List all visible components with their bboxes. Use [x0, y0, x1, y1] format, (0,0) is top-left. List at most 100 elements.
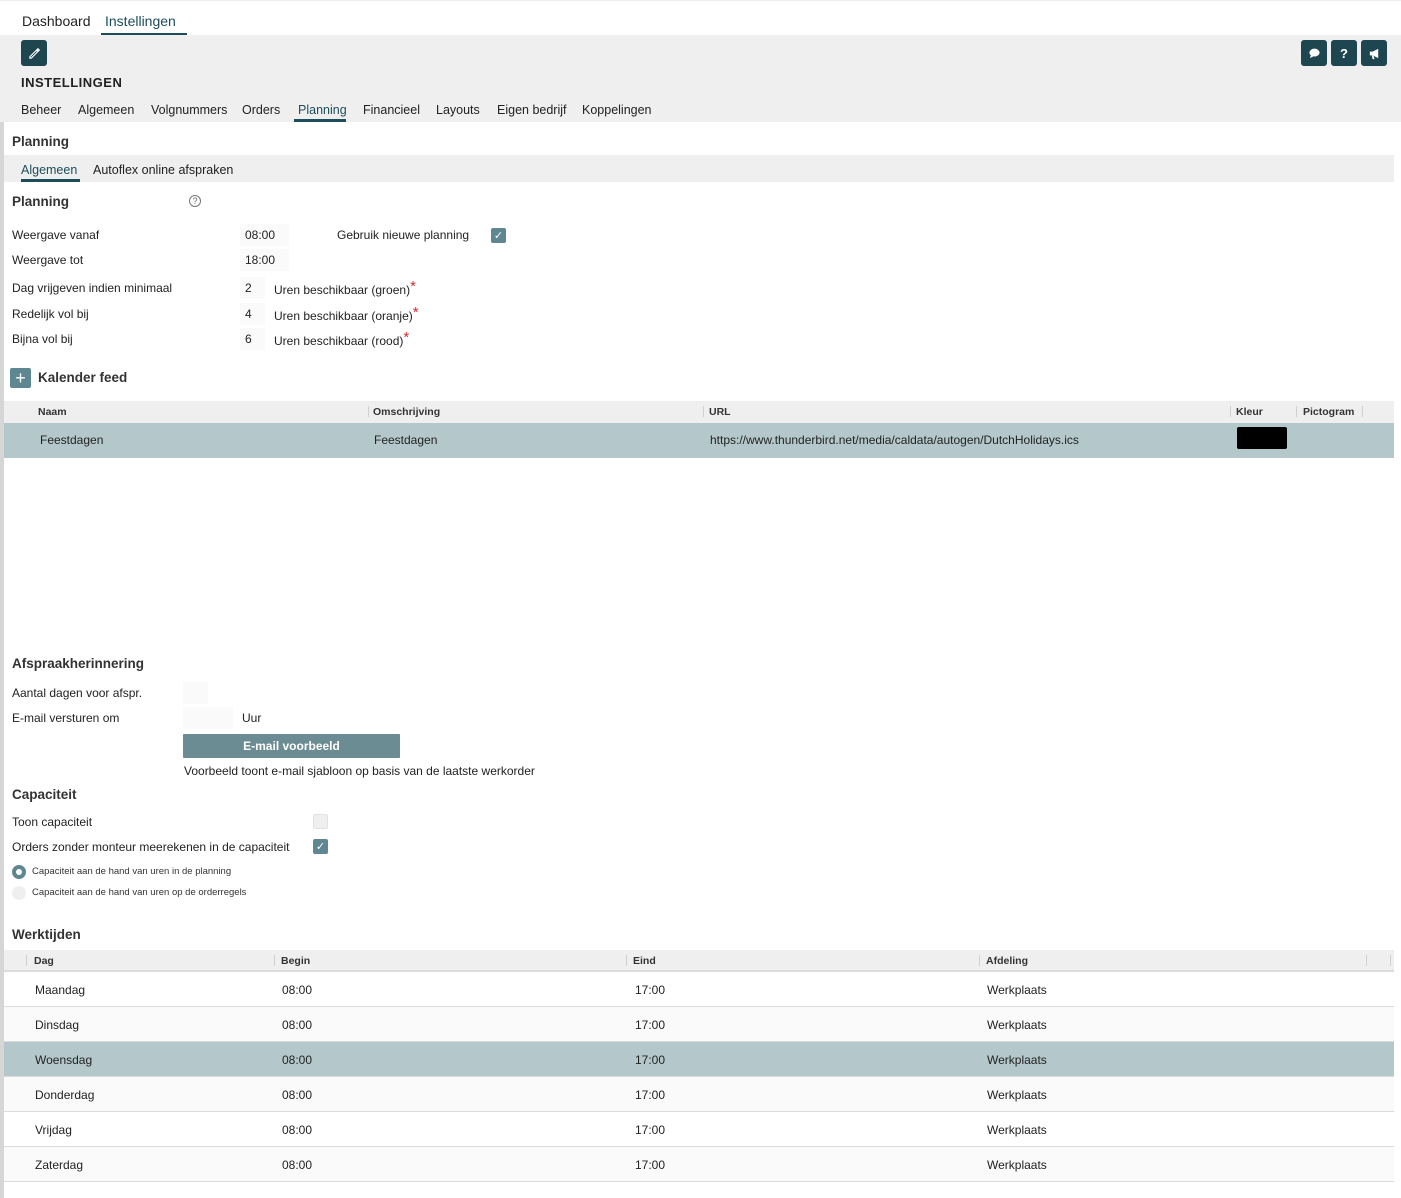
- nieuwe-planning-label: Gebruik nieuwe planning: [337, 228, 470, 242]
- column-divider: [1366, 955, 1367, 966]
- eind-cell: 17:00: [635, 1018, 666, 1032]
- help-icon: ?: [1340, 45, 1348, 61]
- col-kleur[interactable]: Kleur: [1236, 406, 1263, 418]
- table-row[interactable]: Dinsdag 08:00 17:00 Werkplaats: [4, 1007, 1394, 1042]
- top-navigation: Dashboard Instellingen: [0, 0, 1401, 35]
- table-row[interactable]: Donderdag 08:00 17:00 Werkplaats: [4, 1077, 1394, 1112]
- required-asterisk: *: [410, 278, 416, 295]
- feed-table-header: Naam Omschrijving URL Kleur Pictogram: [4, 401, 1394, 423]
- tab-financieel[interactable]: Financieel: [363, 103, 420, 117]
- tab-orders[interactable]: Orders: [242, 103, 280, 117]
- eind-cell: 17:00: [635, 1088, 666, 1102]
- dag-cell: Donderdag: [35, 1088, 95, 1102]
- tab-dashboard[interactable]: Dashboard: [22, 13, 91, 29]
- col-naam[interactable]: Naam: [38, 406, 67, 418]
- tab-layouts[interactable]: Layouts: [436, 103, 480, 117]
- page-title: INSTELLINGEN: [21, 75, 123, 90]
- section-title-planning: Planning: [12, 134, 69, 149]
- table-row[interactable]: Maandag 08:00 17:00 Werkplaats: [4, 972, 1394, 1007]
- tab-planning[interactable]: Planning: [298, 103, 347, 117]
- col-eind[interactable]: Eind: [633, 955, 656, 967]
- dag-vrijgeven-label: Dag vrijgeven indien minimaal: [12, 281, 173, 295]
- column-divider: [1362, 406, 1363, 417]
- weergave-vanaf-input[interactable]: 08:00: [240, 224, 289, 246]
- chat-icon: [1308, 48, 1320, 58]
- afspraakherinnering-heading: Afspraakherinnering: [12, 656, 145, 671]
- dag-cell: Maandag: [35, 983, 86, 997]
- tab-algemeen[interactable]: Algemeen: [78, 103, 134, 117]
- table-row[interactable]: Vrijdag 08:00 17:00 Werkplaats: [4, 1112, 1394, 1147]
- nieuwe-planning-checkbox[interactable]: ✓: [491, 228, 506, 243]
- chat-button[interactable]: [1301, 40, 1327, 66]
- subtab-autoflex-online-afspraken[interactable]: Autoflex online afspraken: [93, 163, 233, 177]
- werktijden-heading: Werktijden: [12, 927, 81, 942]
- dag-vrijgeven-input[interactable]: 2: [240, 277, 265, 299]
- column-divider: [26, 955, 27, 966]
- tab-koppelingen[interactable]: Koppelingen: [582, 103, 652, 117]
- eind-cell: 17:00: [635, 983, 666, 997]
- redelijk-vol-input[interactable]: 4: [240, 303, 265, 325]
- tab-volgnummers[interactable]: Volgnummers: [151, 103, 227, 117]
- checkmark-icon: ✓: [315, 841, 326, 853]
- email-preview-note: Voorbeeld toont e-mail sjabloon op basis…: [184, 764, 535, 778]
- column-divider: [979, 955, 980, 966]
- feed-color-swatch: [1237, 427, 1287, 449]
- email-preview-button[interactable]: E-mail voorbeeld: [183, 734, 400, 758]
- announcements-button[interactable]: [1361, 40, 1387, 66]
- afdeling-cell: Werkplaats: [987, 1018, 1047, 1032]
- capaciteit-heading: Capaciteit: [12, 787, 77, 802]
- kalender-feed-heading: Kalender feed: [38, 370, 128, 385]
- table-row[interactable]: Woensdag 08:00 17:00 Werkplaats: [4, 1042, 1394, 1077]
- bijna-vol-label: Bijna vol bij: [12, 332, 73, 346]
- col-omschrijving[interactable]: Omschrijving: [373, 406, 440, 418]
- col-afdeling[interactable]: Afdeling: [986, 955, 1028, 967]
- afdeling-cell: Werkplaats: [987, 1158, 1047, 1172]
- aantal-dagen-input[interactable]: [183, 682, 208, 704]
- begin-cell: 08:00: [282, 1158, 313, 1172]
- zonder-monteur-checkbox[interactable]: ✓: [313, 839, 328, 854]
- column-divider: [703, 406, 704, 417]
- feed-omschrijving-cell: Feestdagen: [374, 433, 438, 447]
- table-row[interactable]: Zaterdag 08:00 17:00 Werkplaats: [4, 1147, 1394, 1182]
- question-glyph: ?: [192, 196, 198, 206]
- active-subtab-indicator: [294, 119, 346, 122]
- aantal-dagen-label: Aantal dagen voor afspr.: [12, 686, 143, 700]
- redelijk-vol-unit-text: Uren beschikbaar (oranje): [274, 309, 413, 323]
- bijna-vol-unit: Uren beschikbaar (rood)*: [274, 329, 409, 349]
- email-versturen-unit: Uur: [242, 711, 262, 725]
- bijna-vol-input[interactable]: 6: [240, 328, 265, 350]
- add-calendar-feed-button[interactable]: +: [10, 368, 31, 388]
- begin-cell: 08:00: [282, 1018, 313, 1032]
- tab-beheer[interactable]: Beheer: [21, 103, 61, 117]
- afdeling-cell: Werkplaats: [987, 983, 1047, 997]
- required-asterisk: *: [412, 304, 419, 321]
- plus-icon: +: [15, 368, 26, 388]
- dag-cell: Vrijdag: [35, 1123, 72, 1137]
- dag-cell: Woensdag: [35, 1053, 93, 1067]
- radio-capaciteit-orderregels-label: Capaciteit aan de hand van uren op de or…: [32, 887, 247, 898]
- tab-eigen-bedrijf[interactable]: Eigen bedrijf: [497, 103, 567, 117]
- col-begin[interactable]: Begin: [281, 955, 310, 967]
- radio-capaciteit-planning[interactable]: [12, 865, 26, 879]
- weergave-tot-input[interactable]: 18:00: [240, 249, 289, 271]
- question-circle-icon[interactable]: ?: [189, 195, 201, 207]
- column-divider: [368, 406, 369, 417]
- table-row[interactable]: Feestdagen Feestdagen https://www.thunde…: [4, 423, 1394, 458]
- column-divider: [1390, 955, 1391, 966]
- col-pictogram[interactable]: Pictogram: [1303, 406, 1354, 418]
- toon-capaciteit-checkbox[interactable]: [313, 814, 328, 829]
- feed-naam-cell: Feestdagen: [40, 433, 104, 447]
- edit-button[interactable]: [21, 40, 47, 66]
- werktijden-table-header: Dag Begin Eind Afdeling: [4, 950, 1394, 972]
- zonder-monteur-label: Orders zonder monteur meerekenen in de c…: [12, 840, 290, 854]
- tab-instellingen[interactable]: Instellingen: [105, 13, 176, 29]
- radio-capaciteit-orderregels[interactable]: [12, 886, 26, 900]
- afdeling-cell: Werkplaats: [987, 1088, 1047, 1102]
- eind-cell: 17:00: [635, 1158, 666, 1172]
- col-url[interactable]: URL: [709, 406, 731, 418]
- email-versturen-input[interactable]: [183, 707, 233, 729]
- col-dag[interactable]: Dag: [34, 955, 54, 967]
- help-button[interactable]: ?: [1331, 40, 1357, 66]
- subtab-algemeen[interactable]: Algemeen: [21, 163, 77, 177]
- column-divider: [274, 955, 275, 966]
